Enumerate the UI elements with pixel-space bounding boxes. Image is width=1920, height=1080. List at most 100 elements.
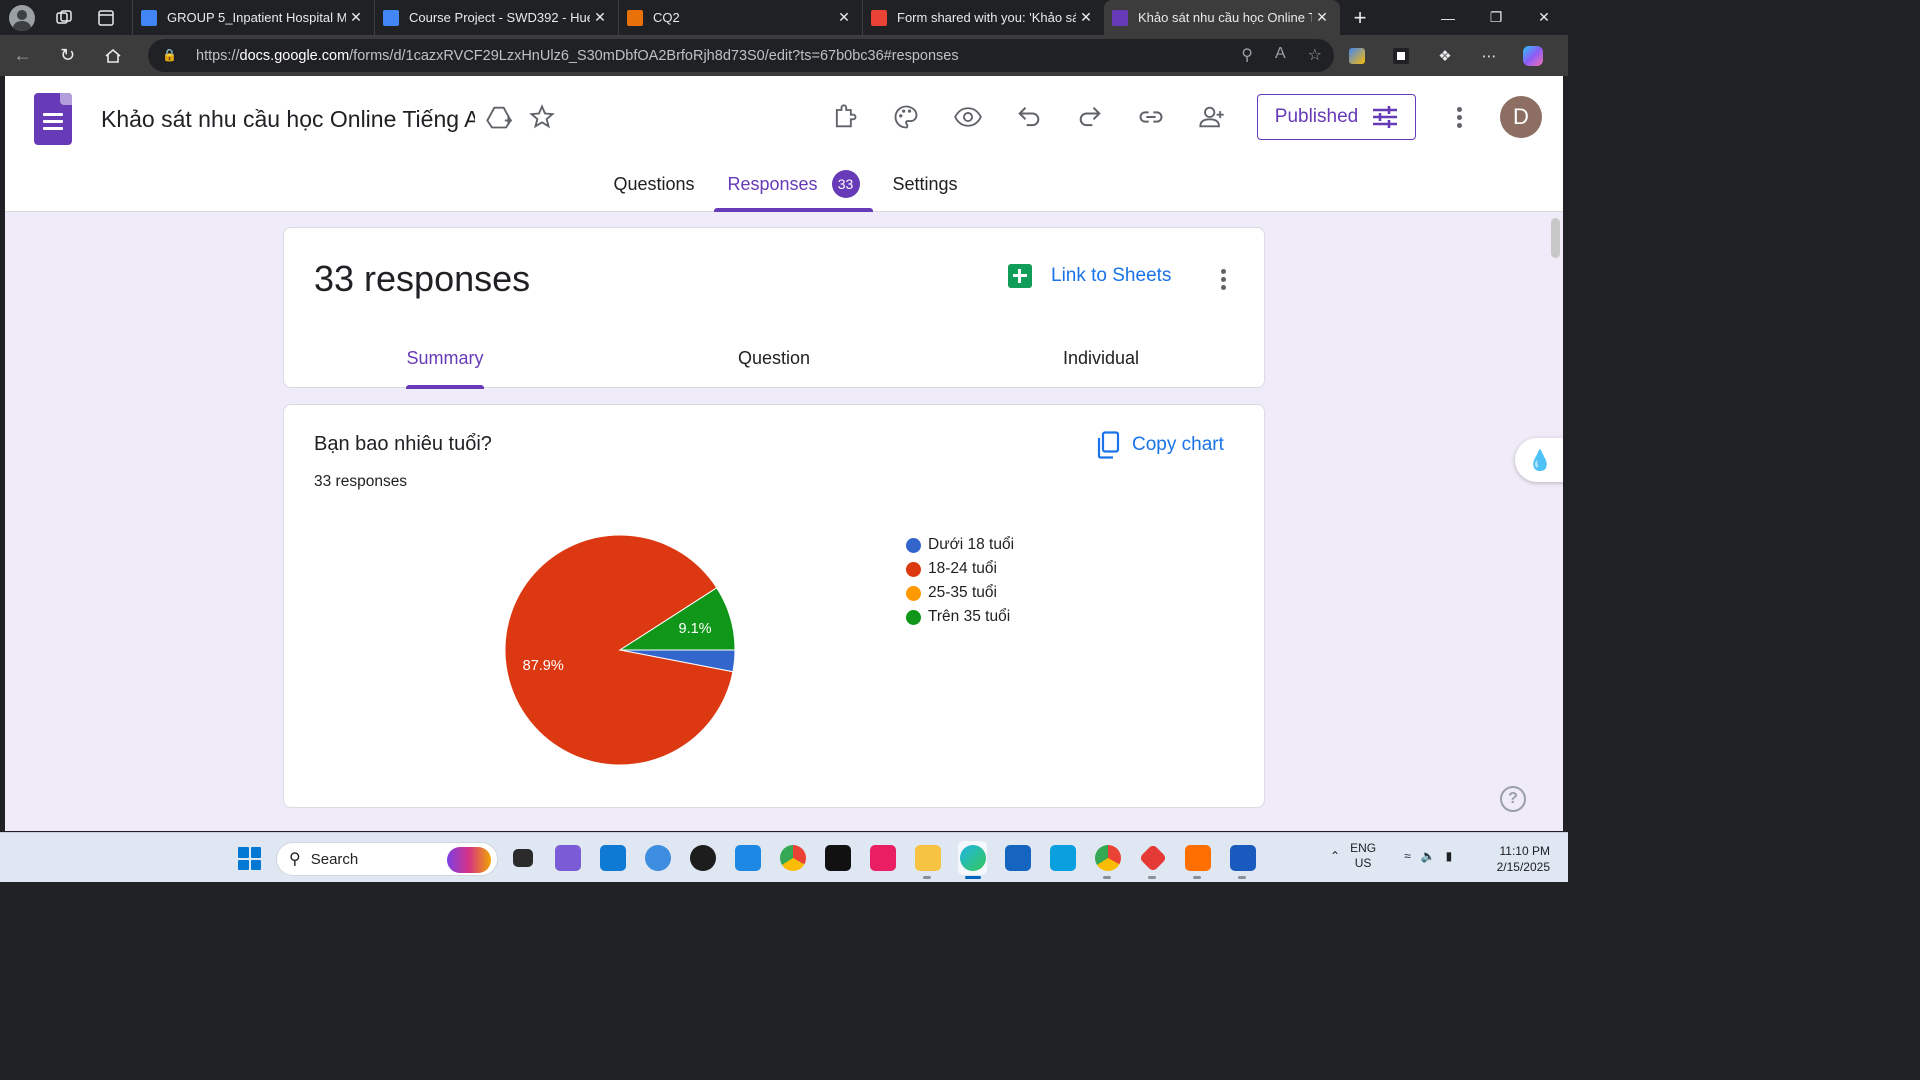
subtab-question[interactable]: Question bbox=[734, 348, 814, 389]
undo-icon[interactable] bbox=[1012, 100, 1046, 134]
star-icon[interactable] bbox=[525, 100, 559, 134]
cube-app-icon[interactable] bbox=[643, 841, 672, 875]
extension-colorful-icon[interactable] bbox=[1346, 45, 1368, 67]
publish-settings-sliders-icon bbox=[1373, 106, 1398, 128]
browser-tab[interactable]: Course Project - SWD392 - HueC ✕ bbox=[374, 0, 618, 35]
profile-icon[interactable] bbox=[8, 4, 36, 32]
clock-date: 2/15/2025 bbox=[1496, 860, 1550, 874]
copy-chart-button[interactable]: Copy chart bbox=[1096, 431, 1224, 459]
close-tab-icon[interactable]: ✕ bbox=[590, 9, 610, 26]
google-forms-logo-icon[interactable] bbox=[34, 93, 72, 145]
close-tab-icon[interactable]: ✕ bbox=[834, 9, 854, 26]
copy-link-icon[interactable] bbox=[1134, 100, 1168, 134]
vertical-tabs-icon[interactable] bbox=[92, 4, 120, 32]
page-scrollbar[interactable] bbox=[1548, 212, 1563, 831]
show-hidden-icons-chevron-icon[interactable]: ⌃ bbox=[1330, 849, 1340, 863]
intellij-icon[interactable] bbox=[868, 841, 897, 875]
browser-tab[interactable]: Khảo sát nhu cầu học Online Tiến✕ bbox=[1104, 0, 1340, 35]
microsoft-store-icon[interactable] bbox=[598, 841, 627, 875]
word-icon[interactable] bbox=[1228, 841, 1257, 879]
workspaces-icon[interactable] bbox=[50, 4, 78, 32]
lock-icon[interactable]: 🔒 bbox=[162, 48, 178, 64]
favorite-star-icon[interactable]: ☆ bbox=[1308, 45, 1322, 65]
dell-icon[interactable] bbox=[688, 841, 717, 875]
subtab-individual[interactable]: Individual bbox=[1059, 348, 1143, 389]
forms-app: Khảo sát nhu cầu học Online Tiếng A Publ… bbox=[5, 76, 1563, 831]
clock-time: 11:10 PM bbox=[1499, 844, 1550, 858]
chrome-profile-icon[interactable] bbox=[1093, 841, 1122, 879]
google-docs-icon bbox=[141, 9, 157, 26]
help-icon[interactable]: ? bbox=[1500, 786, 1526, 812]
extension-dark-icon[interactable] bbox=[1390, 45, 1412, 67]
published-button[interactable]: Published bbox=[1257, 94, 1416, 140]
edge-icon[interactable] bbox=[958, 841, 987, 879]
browser-tab[interactable]: GROUP 5_Inpatient Hospital Man ✕ bbox=[132, 0, 374, 35]
read-aloud-icon[interactable]: A bbox=[1275, 45, 1286, 65]
premiere-app-icon[interactable] bbox=[553, 841, 582, 875]
taskbar-search[interactable]: ⚲ Search bbox=[276, 842, 498, 876]
home-icon[interactable] bbox=[90, 35, 135, 76]
close-window-icon[interactable]: ✕ bbox=[1520, 0, 1568, 35]
back-icon[interactable]: ← bbox=[0, 35, 45, 76]
reload-icon[interactable]: ↻ bbox=[45, 35, 90, 76]
goland-icon[interactable] bbox=[823, 841, 852, 875]
volume-icon[interactable]: 🔈 bbox=[1421, 849, 1436, 863]
copilot-icon[interactable] bbox=[1522, 45, 1544, 67]
move-to-drive-icon[interactable] bbox=[482, 100, 516, 134]
tab-settings[interactable]: Settings bbox=[885, 174, 965, 212]
tab-questions-label: Questions bbox=[613, 174, 695, 194]
form-title[interactable]: Khảo sát nhu cầu học Online Tiếng A bbox=[101, 106, 475, 133]
chrome-icon[interactable] bbox=[778, 841, 807, 875]
close-tab-icon[interactable]: ✕ bbox=[346, 9, 366, 26]
gmail-icon bbox=[871, 9, 887, 26]
more-options-icon[interactable] bbox=[1447, 105, 1471, 129]
redo-icon[interactable] bbox=[1073, 100, 1107, 134]
browser-tab[interactable]: Form shared with you: 'Khảo sát n ✕ bbox=[862, 0, 1104, 35]
minimize-icon[interactable]: — bbox=[1424, 0, 1472, 35]
browser-menu-icon[interactable]: ⋯ bbox=[1478, 45, 1500, 67]
legend-item[interactable]: Trên 35 tuổi bbox=[906, 605, 1014, 629]
legend-item[interactable]: 18-24 tuổi bbox=[906, 557, 1014, 581]
new-tab-button[interactable]: + bbox=[1340, 5, 1380, 31]
add-ons-icon[interactable] bbox=[828, 100, 862, 134]
question-chart-card: Bạn bao nhiêu tuổi? 33 responses Copy ch… bbox=[283, 404, 1265, 808]
legend-label: Trên 35 tuổi bbox=[928, 608, 1011, 625]
customize-theme-palette-icon[interactable] bbox=[889, 100, 923, 134]
pie-slice-label: 9.1% bbox=[679, 621, 712, 637]
language-indicator[interactable]: ENG US bbox=[1350, 841, 1376, 871]
avatar[interactable]: D bbox=[1500, 96, 1542, 138]
extensions-puzzle-icon[interactable]: ❖ bbox=[1434, 45, 1456, 67]
search-highlight-image bbox=[447, 847, 491, 873]
battery-icon[interactable]: ▮ bbox=[1446, 849, 1453, 863]
task-view-icon[interactable] bbox=[508, 841, 537, 875]
add-collaborators-icon[interactable] bbox=[1195, 100, 1229, 134]
browser-toolbar: ← ↻ 🔒 https://docs.google.com/forms/d/1c… bbox=[0, 35, 1568, 76]
git-app-icon[interactable] bbox=[1138, 841, 1167, 879]
browser-tab-title: CQ2 bbox=[653, 10, 680, 25]
link-to-sheets-button[interactable]: Link to Sheets bbox=[1008, 264, 1171, 288]
store-bag-icon[interactable] bbox=[1003, 841, 1032, 875]
legend-item[interactable]: 25-35 tuổi bbox=[906, 581, 1014, 605]
preview-eye-icon[interactable] bbox=[951, 100, 985, 134]
responses-more-icon[interactable] bbox=[1211, 267, 1235, 291]
subtab-summary[interactable]: Summary bbox=[406, 348, 484, 389]
windows-start-icon[interactable] bbox=[238, 847, 261, 870]
close-tab-icon[interactable]: ✕ bbox=[1076, 9, 1096, 26]
floating-assistant-icon[interactable]: 💧 bbox=[1515, 438, 1563, 482]
legend-item[interactable]: Dưới 18 tuổi bbox=[906, 533, 1014, 557]
zoom-icon[interactable]: ⚲ bbox=[1241, 45, 1253, 65]
tab-responses[interactable]: Responses 33 bbox=[714, 170, 873, 212]
reader-app-icon[interactable] bbox=[1183, 841, 1212, 879]
tab-strip-left-controls bbox=[0, 4, 132, 32]
address-bar[interactable]: 🔒 https://docs.google.com/forms/d/1cazxR… bbox=[148, 39, 1334, 72]
browser-tab[interactable]: CQ2 ✕ bbox=[618, 0, 862, 35]
tab-questions[interactable]: Questions bbox=[606, 174, 702, 212]
snipping-tool-icon[interactable] bbox=[1048, 841, 1077, 875]
wifi-icon[interactable]: ≈ bbox=[1404, 849, 1411, 863]
restore-icon[interactable]: ❐ bbox=[1472, 0, 1520, 35]
file-explorer-icon[interactable] bbox=[913, 841, 942, 879]
close-tab-icon[interactable]: ✕ bbox=[1312, 9, 1332, 26]
copy-chart-label: Copy chart bbox=[1132, 434, 1224, 455]
taskbar-clock[interactable]: 11:10 PM 2/15/2025 bbox=[1490, 843, 1550, 875]
vscode-icon[interactable] bbox=[733, 841, 762, 875]
